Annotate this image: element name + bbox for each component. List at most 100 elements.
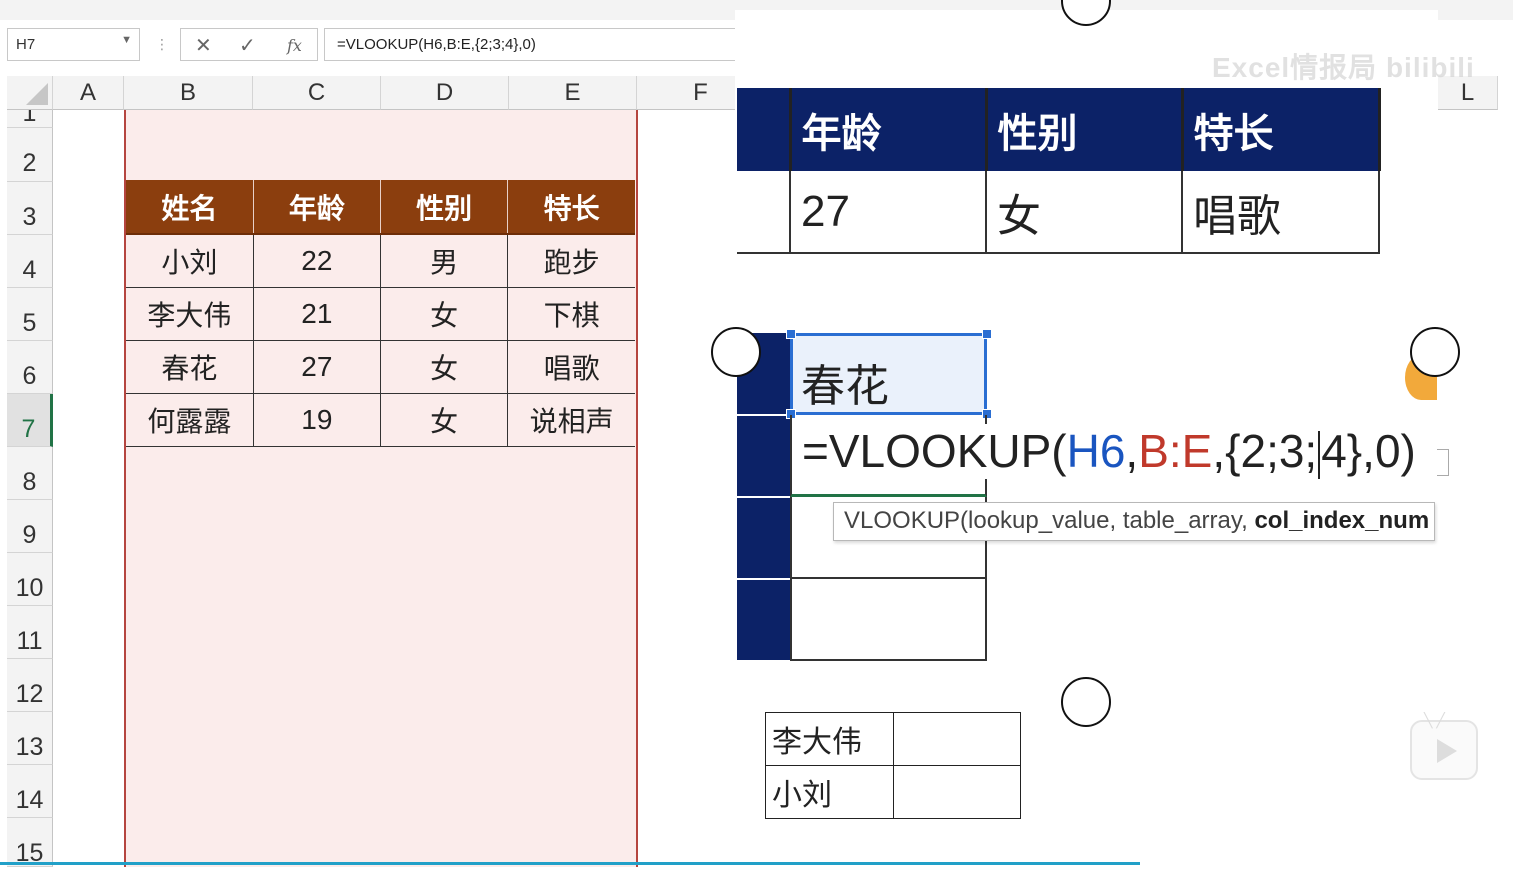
table-cell[interactable] <box>892 712 1021 766</box>
play-button[interactable]: ╲ ╱ <box>1410 712 1478 780</box>
header-cell-name[interactable]: 姓名 <box>126 180 254 235</box>
header-cell-gender[interactable]: 性别 <box>380 180 509 235</box>
formula-input[interactable]: =VLOOKUP(H6,B:E,{2;3;4},0) <box>324 28 744 61</box>
shape-handle-circle[interactable] <box>711 327 761 377</box>
zoom-header-blank <box>737 88 792 171</box>
row-header-2[interactable]: 2 <box>7 128 53 182</box>
navy-separator <box>737 496 790 498</box>
zoom-header-gender: 性别 <box>986 88 1184 171</box>
formula-ref-h6: H6 <box>1066 425 1126 477</box>
table-cell[interactable]: 小刘 <box>765 765 894 819</box>
table-cell[interactable]: 下棋 <box>507 287 635 341</box>
row-header-12[interactable]: 12 <box>7 659 53 712</box>
zoom-result-table: 年龄 性别 特长 27 女 唱歌 <box>737 88 1381 254</box>
row-header-11[interactable]: 11 <box>7 606 53 659</box>
table-cell[interactable]: 22 <box>253 234 382 288</box>
tooltip-current-arg: col_index_num <box>1254 507 1430 534</box>
table-cell[interactable]: 李大伟 <box>126 287 254 341</box>
table-cell[interactable]: 男 <box>380 234 509 288</box>
table-cell[interactable]: 跑步 <box>507 234 635 288</box>
header-cell-age[interactable]: 年龄 <box>253 180 382 235</box>
table-cell[interactable]: 女 <box>380 340 509 394</box>
zoom-cell-blank <box>737 171 791 254</box>
table-cell[interactable]: 何露露 <box>126 393 254 447</box>
table-cell[interactable]: 女 <box>380 393 509 447</box>
row-header-13[interactable]: 13 <box>7 712 53 765</box>
insert-function-icon[interactable]: fx <box>287 36 302 55</box>
zoom-result-row: 27 女 唱歌 <box>737 171 1380 254</box>
table-cell[interactable]: 说相声 <box>507 393 635 447</box>
shape-handle-circle[interactable] <box>1061 677 1111 727</box>
row-header-3[interactable]: 3 <box>7 182 53 235</box>
zoom-cell-gender: 女 <box>986 171 1183 254</box>
zoom-formula-text: =VLOOKUP(H6,B:E,{2;3;4},0) <box>802 424 1422 479</box>
column-header-d[interactable]: D <box>381 76 509 110</box>
progress-line <box>0 862 1140 865</box>
row-header-1[interactable]: 1 <box>7 110 53 128</box>
bilibili-ears-icon: ╲ ╱ <box>1424 712 1445 728</box>
tooltip-text: VLOOKUP(lookup_value, table_array, <box>844 507 1255 534</box>
shape-handle-circle[interactable] <box>1410 327 1460 377</box>
row-header-4[interactable]: 4 <box>7 235 53 288</box>
row-header-15[interactable]: 15 <box>7 818 53 867</box>
row-header-6[interactable]: 6 <box>7 341 53 394</box>
zoom-cell-age: 27 <box>790 171 987 254</box>
table-row: 李大伟 21 女 下棋 <box>126 287 635 341</box>
formula-comma: , <box>1125 425 1139 477</box>
select-all-button[interactable] <box>7 76 53 110</box>
formula-end: 4},0) <box>1321 425 1416 477</box>
formula-prefix: =VLOOKUP( <box>802 425 1067 477</box>
zoom-header-age: 年龄 <box>790 88 988 171</box>
function-tooltip: VLOOKUP(lookup_value, table_array, col_i… <box>833 502 1435 541</box>
name-box-value: H7 <box>16 36 36 53</box>
zoom-lookup-cell: 春花 <box>790 333 987 415</box>
small-lookup-table: 李大伟 小刘 <box>765 712 1021 819</box>
table-row: 小刘 22 男 跑步 <box>126 234 635 288</box>
row-header-7[interactable]: 7 <box>7 394 53 447</box>
row-header-10[interactable]: 10 <box>7 553 53 606</box>
text-caret <box>1318 430 1321 479</box>
zoom-header-row: 年龄 性别 特长 <box>737 88 1381 171</box>
name-box[interactable]: H7 ▼ <box>7 28 140 61</box>
formula-mid: ,{2;3; <box>1212 425 1318 477</box>
row-header-14[interactable]: 14 <box>7 765 53 818</box>
zoom-empty-cell <box>790 579 987 661</box>
table-cell[interactable]: 27 <box>253 340 382 394</box>
formula-ref-range: B:E <box>1138 425 1213 477</box>
table-cell[interactable]: 女 <box>380 287 509 341</box>
row-header-5[interactable]: 5 <box>7 288 53 341</box>
formula-buttons: ✕ ✓ fx <box>180 28 318 61</box>
selection-handle <box>982 329 992 339</box>
navy-separator <box>737 414 790 416</box>
zoom-header-talent: 特长 <box>1182 88 1381 171</box>
row-header-8[interactable]: 8 <box>7 447 53 500</box>
more-icon[interactable]: ⋮ <box>155 36 169 53</box>
table-row: 小刘 <box>765 765 1021 819</box>
zoom-cell-talent: 唱歌 <box>1182 171 1380 254</box>
row-header-9[interactable]: 9 <box>7 500 53 553</box>
column-header-e[interactable]: E <box>509 76 637 110</box>
play-icon <box>1437 739 1457 763</box>
header-cell-talent[interactable]: 特长 <box>507 180 635 235</box>
table-cell[interactable]: 小刘 <box>126 234 254 288</box>
chevron-down-icon[interactable]: ▼ <box>121 34 132 46</box>
table-row: 李大伟 <box>765 712 1021 766</box>
selection-handle <box>786 329 796 339</box>
table-row: 何露露 19 女 说相声 <box>126 393 635 447</box>
column-header-c[interactable]: C <box>253 76 381 110</box>
enter-icon[interactable]: ✓ <box>239 33 256 58</box>
table-cell[interactable]: 唱歌 <box>507 340 635 394</box>
paste-options-icon[interactable] <box>1437 449 1449 476</box>
table-row: 春花 27 女 唱歌 <box>126 340 635 394</box>
table-cell[interactable] <box>892 765 1021 819</box>
cancel-icon[interactable]: ✕ <box>195 33 212 58</box>
column-header-a[interactable]: A <box>53 76 124 110</box>
data-table: 姓名 年龄 性别 特长 小刘 22 男 跑步 李大伟 21 女 下棋 春花 27… <box>126 180 635 447</box>
table-cell[interactable]: 19 <box>253 393 382 447</box>
table-cell[interactable]: 21 <box>253 287 382 341</box>
table-cell[interactable]: 李大伟 <box>765 712 894 766</box>
table-header-row: 姓名 年龄 性别 特长 <box>126 180 635 235</box>
navy-separator <box>737 578 790 580</box>
column-header-b[interactable]: B <box>124 76 253 110</box>
table-cell[interactable]: 春花 <box>126 340 254 394</box>
